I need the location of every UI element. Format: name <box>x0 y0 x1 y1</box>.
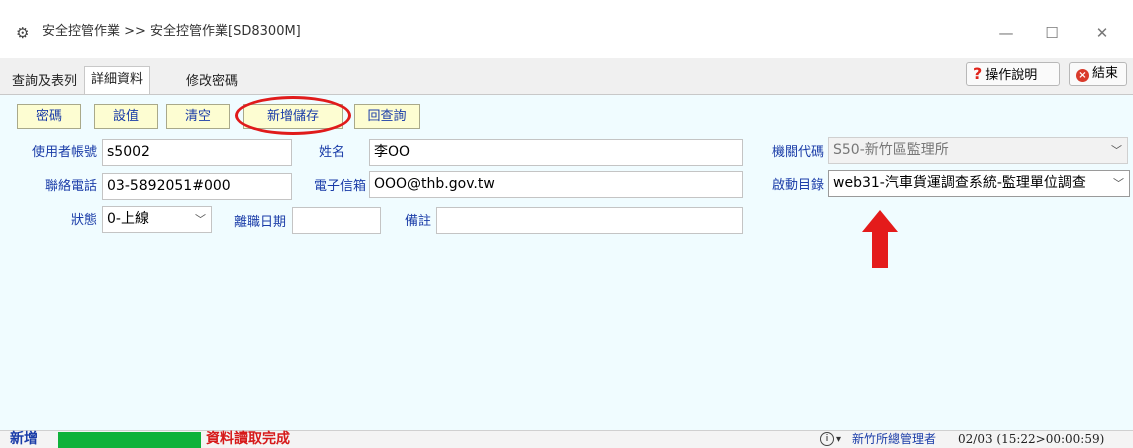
status-progress-bar <box>58 432 201 448</box>
minimize-button[interactable]: — <box>986 18 1026 48</box>
agency-select[interactable]: S50-新竹區監理所 ﹀ <box>828 137 1128 164</box>
window-title: 安全控管作業 >> 安全控管作業[SD8300M] <box>42 24 301 39</box>
tab-change-password[interactable]: 修改密碼 <box>180 71 244 94</box>
start-menu-label: 啟動目錄 <box>771 178 824 193</box>
red-arrow-up-icon <box>862 210 898 232</box>
clear-button[interactable]: 清空 <box>166 104 230 129</box>
question-icon: ? <box>973 64 983 83</box>
account-field[interactable]: s5002 <box>102 139 292 166</box>
user-info-icon[interactable]: i <box>820 432 834 446</box>
leave-date-field[interactable] <box>292 207 381 234</box>
chevron-down-icon: ﹀ <box>1111 144 1122 157</box>
status-user: 新竹所總管理者 <box>852 432 937 446</box>
app-icon: ⚙ <box>16 24 30 42</box>
name-field[interactable]: 李OO <box>369 139 743 166</box>
leave-date-label: 離職日期 <box>233 215 286 230</box>
exit-button-label: 結束 <box>1092 66 1119 81</box>
close-circle-icon: × <box>1076 69 1089 82</box>
phone-label: 聯絡電話 <box>44 179 97 194</box>
maximize-button[interactable]: ☐ <box>1032 18 1072 48</box>
status-select[interactable]: 0-上線 ﹀ <box>102 206 212 233</box>
email-field[interactable]: OOO@thb.gov.tw <box>369 171 743 198</box>
password-button[interactable]: 密碼 <box>17 104 81 129</box>
phone-field[interactable]: 03-5892051#000 <box>102 173 292 200</box>
status-label: 狀態 <box>70 213 97 228</box>
name-label: 姓名 <box>318 145 345 160</box>
tab-strip <box>0 58 1133 94</box>
agency-value: S50-新竹區監理所 <box>833 142 949 158</box>
status-value: 0-上線 <box>107 211 149 227</box>
help-button-label: 操作說明 <box>985 68 1038 83</box>
tab-query-list[interactable]: 查詢及表列 <box>6 71 83 94</box>
save-new-button[interactable]: 新增儲存 <box>243 104 343 129</box>
caret-down-icon[interactable]: ▾ <box>836 432 841 447</box>
remark-field[interactable] <box>436 207 743 234</box>
agency-label: 機關代碼 <box>771 145 824 160</box>
account-label: 使用者帳號 <box>31 145 97 160</box>
status-time: 02/03 (15:22>00:00:59) <box>958 432 1105 446</box>
chevron-down-icon: ﹀ <box>1111 171 1124 196</box>
email-label: 電子信箱 <box>313 179 366 194</box>
remark-label: 備註 <box>404 214 431 229</box>
status-mode: 新增 <box>10 431 38 447</box>
exit-button[interactable]: × 結束 <box>1069 62 1127 86</box>
red-arrow-shaft <box>872 230 888 268</box>
help-button[interactable]: ? 操作說明 <box>966 62 1060 86</box>
start-menu-value: web31-汽車貨運調查系統-監理單位調查 <box>833 175 1086 191</box>
status-message: 資料讀取完成 <box>206 431 290 447</box>
set-value-button[interactable]: 設值 <box>94 104 158 129</box>
chevron-down-icon: ﹀ <box>195 213 206 226</box>
tab-detail[interactable]: 詳細資料 <box>84 66 151 94</box>
close-window-button[interactable]: ✕ <box>1082 18 1122 48</box>
back-to-query-button[interactable]: 回查詢 <box>354 104 420 129</box>
start-menu-select[interactable]: web31-汽車貨運調查系統-監理單位調查 ﹀ <box>828 170 1130 197</box>
